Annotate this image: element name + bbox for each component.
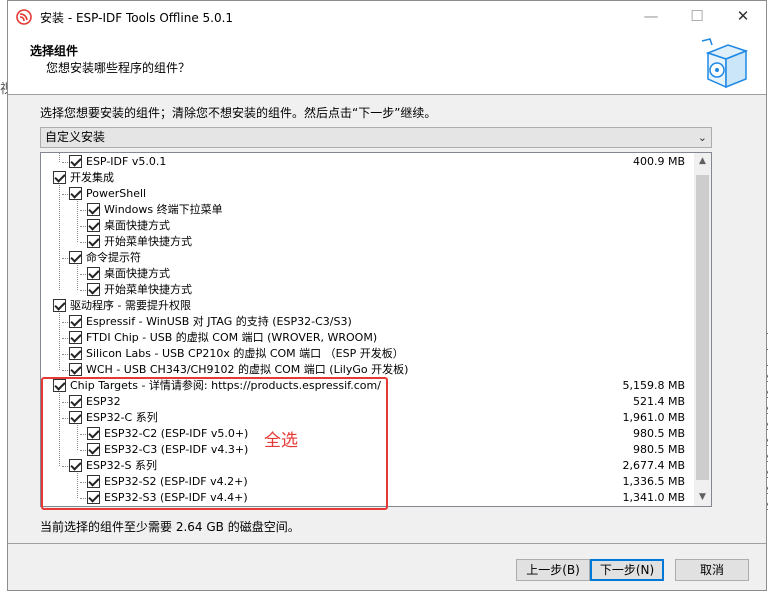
tree-connector (62, 354, 68, 355)
tree-connector (80, 290, 86, 291)
component-label: 驱动程序 - 需要提升权限 (70, 299, 191, 312)
espressif-logo-icon (16, 9, 32, 25)
component-row[interactable]: 开发集成 (41, 170, 693, 186)
component-label: 开发集成 (70, 171, 114, 184)
component-checkbox[interactable] (53, 171, 66, 184)
component-label: 开始菜单快捷方式 (104, 235, 192, 248)
tree-connector (62, 162, 68, 163)
component-label: 命令提示符 (86, 251, 141, 264)
scroll-up-icon[interactable]: ▲ (694, 153, 711, 170)
tree-connector (80, 226, 86, 227)
component-checkbox[interactable] (87, 267, 100, 280)
title-bar: 安装 - ESP-IDF Tools Offline 5.0.1 — ☐ ✕ (8, 1, 766, 33)
component-row[interactable]: 桌面快捷方式 (41, 266, 693, 282)
component-size: 2,677.4 MB (622, 459, 685, 472)
footer-divider (8, 543, 767, 544)
component-checkbox[interactable] (69, 187, 82, 200)
component-label: Espressif - WinUSB 对 JTAG 的支持 (ESP32-C3/… (86, 315, 352, 328)
component-checkbox[interactable] (87, 203, 100, 216)
scroll-down-icon[interactable]: ▼ (694, 489, 711, 506)
tree-connector (80, 210, 86, 211)
component-checkbox[interactable] (69, 155, 82, 168)
tree-connector (80, 242, 86, 243)
component-row[interactable]: Espressif - WinUSB 对 JTAG 的支持 (ESP32-C3/… (41, 314, 693, 330)
install-type-select[interactable]: 自定义安装 ⌄ (40, 127, 712, 148)
component-checkbox[interactable] (69, 347, 82, 360)
component-label: Windows 终端下拉菜单 (104, 203, 223, 216)
next-button[interactable]: 下一步(N) (590, 559, 664, 581)
component-size: 980.5 MB (632, 427, 685, 440)
component-label: FTDI Chip - USB 的虚拟 COM 端口 (WROVER, WROO… (86, 331, 378, 344)
component-row[interactable]: 命令提示符 (41, 250, 693, 266)
tree-connector (62, 322, 68, 323)
cancel-button[interactable]: 取消 (675, 559, 749, 581)
component-label: Silicon Labs - USB CP210x 的虚拟 COM 端口 （ES… (86, 347, 404, 360)
tree-scrollbar[interactable]: ▲ ▼ (694, 153, 711, 506)
wizard-header: 选择组件 您想安装哪些程序的组件？ (8, 33, 766, 95)
component-label: PowerShell (86, 187, 147, 200)
component-size: 1,336.5 MB (622, 475, 685, 488)
tree-connector (62, 338, 68, 339)
page-title: 选择组件 (30, 44, 79, 58)
tree-connector (80, 274, 86, 275)
component-row[interactable]: Silicon Labs - USB CP210x 的虚拟 COM 端口 （ES… (41, 346, 693, 362)
window-controls: — ☐ ✕ (628, 1, 766, 33)
component-label: ESP-IDF v5.0.1 (86, 155, 167, 168)
maximize-button[interactable]: ☐ (674, 1, 720, 33)
install-type-value: 自定义安装 (45, 130, 106, 144)
component-label: 桌面快捷方式 (104, 267, 170, 280)
component-row[interactable]: ESP-IDF v5.0.1 400.9 MB (41, 154, 693, 170)
tree-connector (62, 194, 68, 195)
component-size: 1,961.0 MB (622, 411, 685, 424)
component-label: 桌面快捷方式 (104, 219, 170, 232)
install-box-icon (701, 38, 749, 89)
component-size: 5,159.8 MB (622, 379, 685, 392)
disk-space-text: 当前选择的组件至少需要 2.64 GB 的磁盘空间。 (40, 520, 300, 534)
window-title: 安装 - ESP-IDF Tools Offline 5.0.1 (40, 10, 234, 25)
component-row[interactable]: WCH - USB CH343/CH9102 的虚拟 COM 端口 (LilyG… (41, 362, 693, 378)
component-size: 1,341.0 MB (622, 491, 685, 504)
component-row[interactable]: Windows 终端下拉菜单 (41, 202, 693, 218)
component-size: 980.5 MB (632, 443, 685, 456)
component-row[interactable]: 开始菜单快捷方式 (41, 234, 693, 250)
component-row[interactable]: 桌面快捷方式 (41, 218, 693, 234)
page-subtitle: 您想安装哪些程序的组件？ (46, 61, 191, 75)
tree-connector (62, 370, 68, 371)
component-label: 开始菜单快捷方式 (104, 283, 192, 296)
component-checkbox[interactable] (69, 251, 82, 264)
component-row[interactable]: 开始菜单快捷方式 (41, 282, 693, 298)
instruction-text: 选择您想要安装的组件；清除您不想安装的组件。然后点击“下一步”继续。 (40, 106, 437, 120)
component-checkbox[interactable] (69, 315, 82, 328)
component-row[interactable]: FTDI Chip - USB 的虚拟 COM 端口 (WROVER, WROO… (41, 330, 693, 346)
component-row[interactable]: 驱动程序 - 需要提升权限 (41, 298, 693, 314)
close-button[interactable]: ✕ (720, 1, 766, 33)
component-label: WCH - USB CH343/CH9102 的虚拟 COM 端口 (LilyG… (86, 363, 409, 376)
component-checkbox[interactable] (69, 331, 82, 344)
chevron-down-icon: ⌄ (697, 131, 707, 144)
minimize-button[interactable]: — (628, 1, 674, 33)
component-size: 521.4 MB (632, 395, 685, 408)
component-checkbox[interactable] (69, 363, 82, 376)
component-size: 400.9 MB (632, 155, 685, 168)
annotation-highlight-box (41, 377, 388, 510)
component-checkbox[interactable] (53, 299, 66, 312)
back-button[interactable]: 上一步(B) (516, 559, 590, 581)
scroll-thumb[interactable] (696, 175, 709, 480)
component-checkbox[interactable] (87, 219, 100, 232)
component-checkbox[interactable] (87, 235, 100, 248)
component-row[interactable]: PowerShell (41, 186, 693, 202)
component-checkbox[interactable] (87, 283, 100, 296)
background-text-left: 视 (0, 82, 7, 97)
tree-connector (62, 258, 68, 259)
annotation-note: 全选 (264, 431, 298, 451)
